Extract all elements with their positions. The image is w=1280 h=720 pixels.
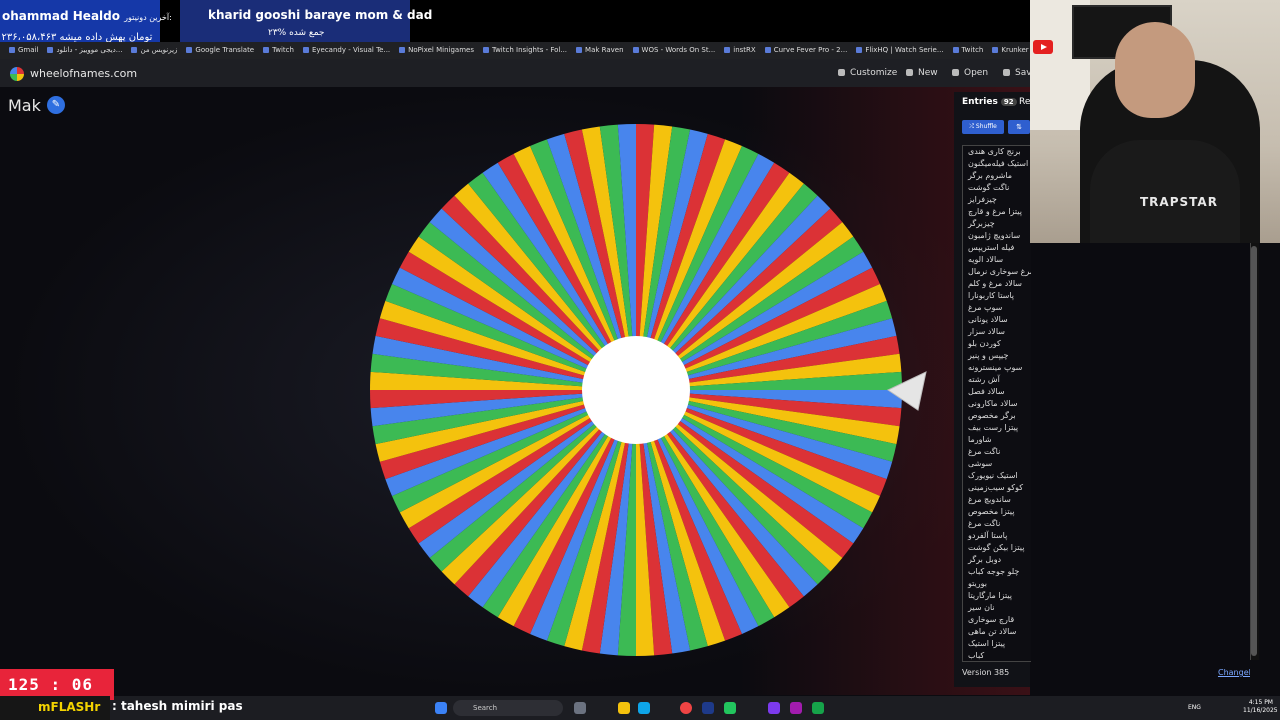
entry-line: چلو جوجه کباب bbox=[968, 567, 1020, 576]
entry-line: فیله استریپس bbox=[968, 243, 1015, 252]
entry-line: برنج کاری هندی bbox=[968, 147, 1021, 156]
entries-textarea[interactable]: برنج کاری هندی استیک فیله‌میگنون ماشروم بر… bbox=[962, 145, 1031, 662]
entry-line: سالاد مرغ و کلم bbox=[968, 279, 1023, 288]
tab-entries[interactable]: Entries 92 bbox=[962, 97, 1017, 107]
entry-line: استیک فیله‌میگنون bbox=[968, 159, 1029, 168]
entry-line: ساندویچ ژامبون bbox=[968, 231, 1021, 240]
entry-line: سالاد سزار bbox=[968, 327, 1006, 336]
entry-line: ماشروم برگر bbox=[968, 171, 1013, 180]
entry-line: کباب bbox=[968, 651, 985, 660]
file-explorer-icon[interactable] bbox=[618, 702, 630, 714]
entry-line: سالاد یونانی bbox=[968, 315, 1008, 324]
language-indicator[interactable]: ENG bbox=[1188, 704, 1201, 711]
entry-line: شاورما bbox=[968, 435, 992, 444]
entry-line: پیتزا مرغ و قارچ bbox=[968, 207, 1022, 216]
chrome-icon[interactable] bbox=[680, 702, 692, 714]
entry-line: پاستا کاربونارا bbox=[968, 291, 1014, 300]
entry-line: چیپس و پنیر bbox=[968, 351, 1009, 360]
entry-line: دوبل برگر bbox=[968, 555, 1002, 564]
webcam-streamer-head bbox=[1115, 22, 1195, 118]
entry-line: نان سیر bbox=[968, 603, 995, 612]
entry-line: پیتزا مخصوص bbox=[968, 507, 1015, 516]
windows-start-icon[interactable] bbox=[435, 702, 447, 714]
entry-line: سالاد تن ماهی bbox=[968, 627, 1017, 636]
app-icon[interactable] bbox=[724, 702, 736, 714]
entry-line: کوردن بلو bbox=[968, 339, 1001, 348]
entry-line: سالاد ماکارونی bbox=[968, 399, 1018, 408]
task-view-icon[interactable] bbox=[574, 702, 586, 714]
entry-line: بوریتو bbox=[968, 579, 987, 588]
shirt-print: TRAPSTAR bbox=[1140, 195, 1218, 209]
entry-line: سالاد فصل bbox=[968, 387, 1005, 396]
entry-line: ناگت مرغ bbox=[968, 519, 1001, 528]
shuffle-button[interactable]: ⤮ Shuffle bbox=[962, 120, 1004, 134]
entry-line: سوپ مینسترونه bbox=[968, 363, 1023, 372]
discord-icon[interactable] bbox=[768, 702, 780, 714]
system-clock[interactable]: 4:15 PM 11/16/2025 bbox=[1243, 699, 1278, 715]
entry-line: پیتزا استیک bbox=[968, 639, 1006, 648]
entry-line: پیتزا مارگاریتا bbox=[968, 591, 1013, 600]
entries-count-badge: 92 bbox=[1000, 98, 1017, 106]
entry-line: استیک نیویورک bbox=[968, 471, 1018, 480]
entry-line: آش رشته bbox=[968, 375, 1000, 384]
entry-line: پیتزا بیکن گوشت bbox=[968, 543, 1025, 552]
steam-icon[interactable] bbox=[702, 702, 714, 714]
r-app-icon[interactable] bbox=[790, 702, 802, 714]
entry-line: ناگت گوشت bbox=[968, 183, 1010, 192]
entries-scroll-thumb[interactable] bbox=[1251, 246, 1257, 656]
chat-message: : tahesh mimiri pas bbox=[112, 699, 243, 713]
entry-line: پاستا آلفردو bbox=[968, 531, 1008, 540]
entry-line: سوپ مرغ bbox=[968, 303, 1003, 312]
wheel-center-hub[interactable] bbox=[582, 336, 690, 444]
sort-icon: ⇅ bbox=[1016, 123, 1022, 131]
edge-icon[interactable] bbox=[638, 702, 650, 714]
sort-button[interactable]: ⇅ bbox=[1008, 120, 1030, 134]
entry-line: پیتزا رست بیف bbox=[968, 423, 1019, 432]
entry-line: چیزفرایز bbox=[968, 195, 997, 204]
entry-line: سوشی bbox=[968, 459, 993, 468]
version-label: Version 385 bbox=[962, 668, 1010, 677]
entry-line: ساندویچ مرغ bbox=[968, 495, 1011, 504]
entry-line: کوکو سیب‌زمینی bbox=[968, 483, 1024, 492]
entry-line: ناگت مرغ bbox=[968, 447, 1001, 456]
webcam-feed: TRAPSTAR bbox=[1030, 0, 1280, 243]
chat-username-box: mFLASHr bbox=[0, 696, 110, 720]
youtube-icon bbox=[1033, 40, 1053, 54]
taskbar-search[interactable]: Search bbox=[453, 700, 563, 716]
whatsapp-icon[interactable] bbox=[812, 702, 824, 714]
entry-line: مرغ سوخاری نرمال bbox=[968, 267, 1031, 276]
entry-line: سالاد الویه bbox=[968, 255, 1004, 264]
shuffle-icon: ⤮ bbox=[969, 123, 976, 130]
webcam-streamer-body bbox=[1090, 140, 1240, 243]
entry-line: قارچ سوخاری bbox=[968, 615, 1015, 624]
entry-line: برگر مخصوص bbox=[968, 411, 1016, 420]
entry-line: چیزبرگر bbox=[968, 219, 995, 228]
